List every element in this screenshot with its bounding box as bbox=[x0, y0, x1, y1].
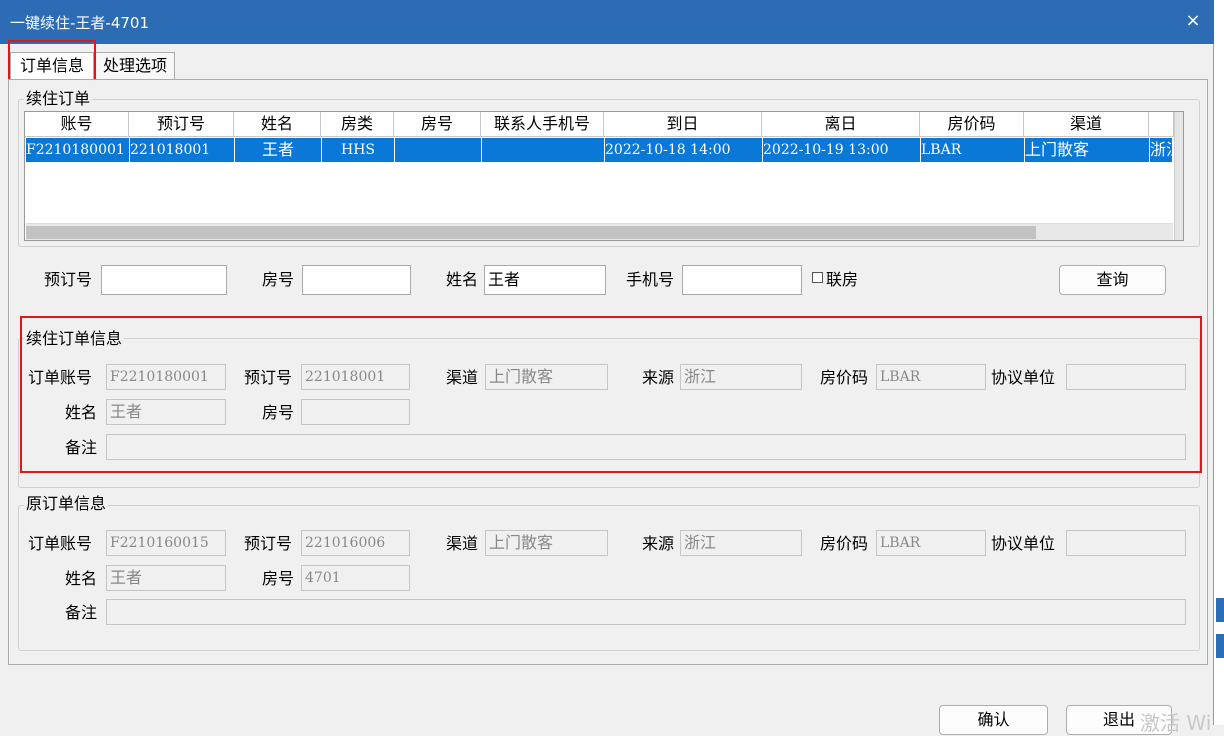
grid-header-contact-phone[interactable]: 联系人手机号 bbox=[481, 112, 604, 137]
original-info-legend: 原订单信息 bbox=[24, 494, 109, 514]
original-source-field[interactable]: 浙江 bbox=[680, 530, 802, 556]
search-room-input[interactable] bbox=[302, 265, 411, 295]
tab-process-options[interactable]: 处理选项 bbox=[95, 52, 175, 80]
original-remark-field[interactable] bbox=[106, 599, 1186, 625]
grid-header-rate-code[interactable]: 房价码 bbox=[920, 112, 1024, 137]
window-titlebar[interactable]: 一键续住-王者-4701 × bbox=[0, 0, 1214, 44]
original-channel-label: 渠道 bbox=[446, 534, 479, 553]
confirm-button[interactable]: 确认 bbox=[939, 705, 1048, 735]
search-phone-label: 手机号 bbox=[626, 270, 675, 289]
original-agreement-label: 协议单位 bbox=[991, 534, 1056, 553]
scrollbar-thumb[interactable] bbox=[26, 226, 1036, 239]
original-booking-field[interactable]: 221016006 bbox=[301, 530, 410, 556]
grid-header-account[interactable]: 账号 bbox=[25, 112, 129, 137]
grid-horizontal-scrollbar[interactable] bbox=[26, 223, 1173, 240]
original-rate-field[interactable]: LBAR bbox=[876, 530, 986, 556]
continue-orders-legend: 续住订单 bbox=[24, 89, 93, 109]
grid-header-arrival[interactable]: 到日 bbox=[604, 112, 762, 137]
grid-header-channel[interactable]: 渠道 bbox=[1024, 112, 1149, 137]
original-channel-field[interactable]: 上门散客 bbox=[485, 530, 608, 556]
activation-watermark: 激活 Wi bbox=[1140, 711, 1212, 735]
background-window-strip bbox=[1214, 0, 1224, 725]
grid-header-room-type[interactable]: 房类 bbox=[321, 112, 394, 137]
original-remark-label: 备注 bbox=[65, 603, 98, 622]
window-title: 一键续住-王者-4701 bbox=[10, 14, 149, 32]
search-name-input[interactable]: 王者 bbox=[484, 265, 606, 295]
search-room-label: 房号 bbox=[262, 270, 295, 289]
linked-room-checkbox[interactable] bbox=[812, 272, 823, 283]
grid-header-room-no[interactable]: 房号 bbox=[394, 112, 481, 137]
cell-room-no[interactable] bbox=[394, 138, 482, 162]
cell-room-type[interactable]: HHS bbox=[321, 138, 395, 162]
close-icon[interactable]: × bbox=[1182, 10, 1204, 32]
cell-channel[interactable]: 上门散客 bbox=[1024, 138, 1150, 162]
cell-contact-phone[interactable] bbox=[481, 138, 605, 162]
cell-booking-no[interactable]: 221018001 bbox=[129, 138, 235, 162]
search-booking-input[interactable] bbox=[101, 265, 227, 295]
original-rate-label: 房价码 bbox=[820, 534, 869, 553]
original-account-label: 订单账号 bbox=[28, 534, 93, 553]
cell-departure[interactable]: 2022-10-19 13:00 bbox=[762, 138, 921, 162]
search-phone-input[interactable] bbox=[682, 265, 802, 295]
cell-arrival[interactable]: 2022-10-18 14:00 bbox=[604, 138, 763, 162]
background-window-edge bbox=[1216, 598, 1224, 622]
original-account-field[interactable]: F2210160015 bbox=[106, 530, 226, 556]
grid-header-extra bbox=[1149, 112, 1174, 137]
original-name-field[interactable]: 王者 bbox=[106, 565, 226, 591]
orders-grid[interactable]: 账号 预订号 姓名 房类 房号 联系人手机号 到日 离日 房价码 渠道 F221… bbox=[24, 111, 1184, 241]
continue-info-highlight-box bbox=[20, 316, 1202, 473]
original-room-field[interactable]: 4701 bbox=[301, 565, 410, 591]
cell-account[interactable]: F2210180001 bbox=[25, 138, 130, 162]
cell-name[interactable]: 王者 bbox=[234, 138, 322, 162]
linked-room-label: 联房 bbox=[826, 270, 859, 289]
original-room-label: 房号 bbox=[262, 569, 295, 588]
grid-header-name[interactable]: 姓名 bbox=[234, 112, 321, 137]
tab-highlight-box bbox=[8, 40, 96, 82]
original-agreement-field[interactable] bbox=[1066, 530, 1186, 556]
background-window-edge bbox=[1216, 634, 1224, 658]
original-name-label: 姓名 bbox=[65, 569, 98, 588]
grid-vertical-scrollbar[interactable] bbox=[1174, 112, 1183, 240]
original-source-label: 来源 bbox=[642, 534, 675, 553]
search-booking-label: 预订号 bbox=[44, 270, 93, 289]
cell-source[interactable]: 浙江 bbox=[1149, 138, 1175, 162]
cell-rate-code[interactable]: LBAR bbox=[920, 138, 1025, 162]
original-booking-label: 预订号 bbox=[244, 534, 293, 553]
grid-header-booking-no[interactable]: 预订号 bbox=[129, 112, 234, 137]
search-name-label: 姓名 bbox=[446, 270, 479, 289]
query-button[interactable]: 查询 bbox=[1059, 265, 1166, 295]
grid-header-departure[interactable]: 离日 bbox=[762, 112, 920, 137]
